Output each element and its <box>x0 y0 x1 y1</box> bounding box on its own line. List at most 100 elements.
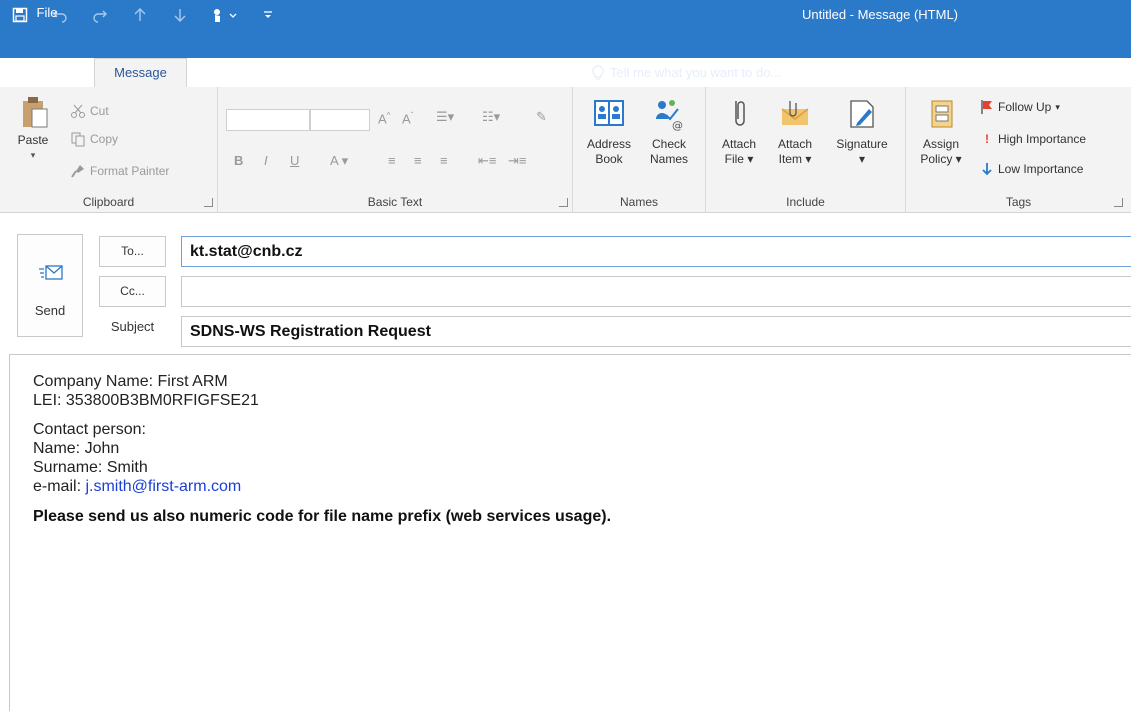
align-right-icon[interactable]: ≡ <box>440 153 448 168</box>
check-names-button[interactable]: @ Check Names <box>643 93 695 167</box>
subject-label: Subject <box>110 319 155 334</box>
attach-file-label-2: File ▾ <box>724 152 754 166</box>
subject-field[interactable]: SDNS-WS Registration Request <box>181 316 1131 347</box>
tab-message[interactable]: Message <box>94 58 187 88</box>
assign-policy-icon <box>931 100 953 128</box>
copy-button[interactable]: Copy <box>70 129 118 149</box>
tab-format-text[interactable]: Format Text <box>374 60 474 88</box>
numbering-icon[interactable]: ☷▾ <box>482 109 500 125</box>
customize-icon[interactable] <box>248 0 288 30</box>
tags-group-label: Tags <box>1005 195 1032 209</box>
low-importance-label: Low Importance <box>998 162 1084 176</box>
tell-me-text: Tell me what you want to do... <box>610 65 782 80</box>
align-center-icon[interactable]: ≡ <box>414 153 422 168</box>
font-color-button[interactable]: A ▾ <box>330 153 348 169</box>
bold-button[interactable]: B <box>234 153 243 168</box>
clipboard-group: Paste ▾ Cut Copy Format Painter Clipboar… <box>0 87 218 213</box>
clipboard-group-label: Clipboard <box>82 195 135 209</box>
scissors-icon <box>71 104 85 118</box>
send-label: Send <box>34 303 66 318</box>
format-painter-button[interactable]: Format Painter <box>70 161 169 181</box>
basic-text-group: A^ Aˇ ☰▾ ☷▾ ✎ B I U A ▾ ≡ ≡ ≡ ⇤≡ ⇥≡ Basi… <box>218 87 573 213</box>
address-book-icon <box>594 100 624 126</box>
message-body[interactable]: Company Name: First ARM LEI: 353800B3BM0… <box>9 354 1131 711</box>
shrink-font-icon[interactable]: Aˇ <box>402 111 413 126</box>
redo-icon[interactable] <box>80 0 120 30</box>
tab-review[interactable]: Review <box>498 60 560 88</box>
send-button[interactable]: Send <box>17 234 83 337</box>
body-line-request: Please send us also numeric code for fil… <box>33 508 612 525</box>
attach-item-label-2: Item ▾ <box>778 152 812 166</box>
decrease-indent-icon[interactable]: ⇤≡ <box>478 153 496 169</box>
paste-button[interactable]: Paste ▾ <box>12 93 54 163</box>
check-names-icon: @ <box>656 100 683 131</box>
address-book-label-1: Address <box>586 137 632 151</box>
tell-me-box[interactable]: Tell me what you want to do... <box>592 60 781 86</box>
email-link[interactable]: j.smith@first-arm.com <box>85 478 241 495</box>
font-size-box[interactable] <box>310 109 370 131</box>
body-line-surname: Surname: Smith <box>33 459 148 476</box>
grow-font-icon[interactable]: A^ <box>378 111 390 126</box>
font-name-box[interactable] <box>226 109 310 131</box>
tags-launcher-icon[interactable] <box>1114 198 1123 207</box>
body-line-contact: Contact person: <box>33 421 146 438</box>
tab-options[interactable]: Options <box>280 60 350 88</box>
signature-label: Signature <box>836 137 888 151</box>
attach-item-button[interactable]: Attach Item ▾ <box>768 93 822 167</box>
basic-text-launcher-icon[interactable] <box>559 198 568 207</box>
clear-formatting-icon[interactable]: ✎ <box>536 109 547 125</box>
low-importance-button[interactable]: Low Importance <box>980 159 1083 179</box>
assign-policy-label-1: Assign <box>922 137 960 151</box>
align-left-icon[interactable]: ≡ <box>388 153 396 168</box>
paste-dropdown-icon[interactable]: ▾ <box>12 148 54 163</box>
tags-group: Assign Policy ▾ Follow Up ▾ ! High Impor… <box>906 87 1131 213</box>
to-field[interactable]: kt.stat@cnb.cz <box>181 236 1131 267</box>
signature-dropdown-icon[interactable]: ▾ <box>826 152 898 167</box>
flag-icon <box>981 100 992 114</box>
font-color-label: A <box>330 153 338 168</box>
attach-file-button[interactable]: Attach File ▾ <box>714 93 764 167</box>
names-group: Address Book @ Check Names Names <box>573 87 706 213</box>
paste-label: Paste <box>17 133 49 147</box>
bullets-icon[interactable]: ☰▾ <box>436 109 454 125</box>
body-line-name: Name: John <box>33 440 120 457</box>
touch-mode-icon[interactable] <box>200 0 248 30</box>
italic-button[interactable]: I <box>264 153 268 168</box>
clipboard-launcher-icon[interactable] <box>204 198 213 207</box>
format-painter-label: Format Painter <box>90 164 170 178</box>
email-prefix: e-mail: <box>33 478 86 495</box>
tab-file[interactable]: File <box>27 0 67 28</box>
assign-policy-button[interactable]: Assign Policy ▾ <box>914 93 968 167</box>
copy-icon <box>71 132 85 147</box>
svg-text:@: @ <box>672 119 683 131</box>
high-importance-button[interactable]: ! High Importance <box>980 129 1086 149</box>
down-arrow-blue-icon <box>982 163 992 176</box>
paperclip-icon <box>735 101 745 126</box>
check-names-label-1: Check <box>651 137 686 151</box>
title-bar: Untitled - Message (HTML) File <box>0 0 1131 58</box>
down-arrow-icon[interactable] <box>160 0 200 30</box>
address-book-button[interactable]: Address Book <box>583 93 635 167</box>
follow-up-button[interactable]: Follow Up ▾ <box>980 97 1060 117</box>
cc-button[interactable]: Cc... <box>99 276 166 307</box>
cut-label: Cut <box>90 104 109 118</box>
include-group-label: Include <box>786 195 825 209</box>
underline-button[interactable]: U <box>290 153 299 168</box>
cc-field[interactable] <box>181 276 1131 307</box>
attach-item-icon <box>781 101 809 125</box>
ribbon: Paste ▾ Cut Copy Format Painter Clipboar… <box>0 87 1131 213</box>
body-line-company: Company Name: First ARM <box>33 373 228 390</box>
increase-indent-icon[interactable]: ⇥≡ <box>508 153 526 169</box>
up-arrow-icon[interactable] <box>120 0 160 30</box>
tab-insert[interactable]: Insert <box>202 60 254 88</box>
copy-label: Copy <box>90 132 119 146</box>
address-book-label-2: Book <box>595 152 623 166</box>
cut-button[interactable]: Cut <box>70 101 109 121</box>
tab-file[interactable]: File <box>27 60 71 88</box>
signature-button[interactable]: Signature ▾ <box>826 93 898 167</box>
exclamation-icon: ! <box>985 132 989 146</box>
to-button[interactable]: To... <box>99 236 166 267</box>
follow-up-dropdown-icon[interactable]: ▾ <box>1055 97 1060 117</box>
window-title: Untitled - Message (HTML) <box>801 7 959 22</box>
body-line-email: e-mail: j.smith@first-arm.com <box>33 477 241 496</box>
